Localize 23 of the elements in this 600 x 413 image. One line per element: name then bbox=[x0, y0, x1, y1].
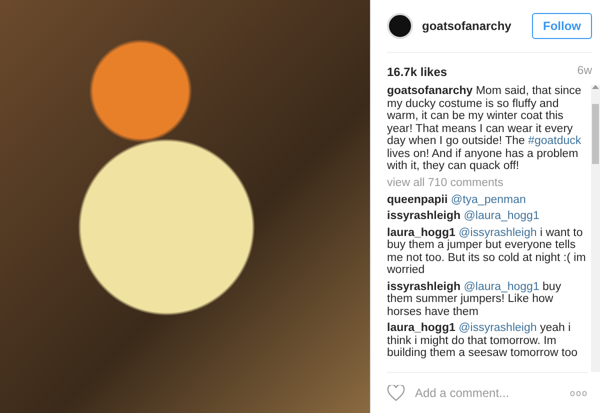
caption: goatsofanarchy Mom said, that since my ducky costume is so fluffy and warm, it can be my winter coat this year! That means I can wear it every day when I go outside! The #goatduck lives on! And if anyone has a problem with it, they can quack off! bbox=[387, 85, 582, 172]
scroll-up-arrow-icon[interactable] bbox=[592, 85, 599, 90]
comment: laura_hogg1 @issyrashleigh yeah i think i might do that tomorrow. Im building them a seesaw tomorrow too bbox=[387, 322, 578, 360]
view-all-comments-link[interactable]: view all 710 comments bbox=[387, 176, 587, 188]
hashtag-link[interactable]: #goatduck bbox=[528, 135, 582, 147]
likes-count: 16.7k likes bbox=[387, 65, 448, 79]
comment: laura_hogg1 @issyrashleigh i want to buy them a jumper but everyone tells me not too. But its so cold at night :( im worried bbox=[387, 226, 587, 276]
avatar-logo-icon[interactable] bbox=[387, 13, 413, 39]
post-age: 6w bbox=[577, 65, 592, 79]
scrollbar-track[interactable] bbox=[591, 85, 600, 372]
mention-link[interactable]: @issyrashleigh bbox=[458, 322, 537, 334]
comment: queenpapii @tya_penman bbox=[387, 194, 527, 206]
follow-button[interactable]: Follow bbox=[532, 13, 592, 39]
scrollbar-thumb[interactable] bbox=[592, 104, 599, 164]
comment: issyrashleigh @laura_hogg1 buy them summer jumpers! Like how horses have them bbox=[387, 280, 562, 318]
more-options-button[interactable]: ooo bbox=[570, 388, 588, 398]
heart-icon[interactable] bbox=[387, 385, 405, 401]
mention-link[interactable]: @laura_hogg1 bbox=[464, 280, 540, 292]
mention-link[interactable]: @issyrashleigh bbox=[458, 226, 537, 238]
username[interactable]: goatsofanarchy bbox=[422, 19, 523, 33]
mention-link[interactable]: @laura_hogg1 bbox=[464, 210, 540, 222]
mention-link[interactable]: @tya_penman bbox=[450, 194, 526, 206]
comment: issyrashleigh @laura_hogg1 bbox=[387, 210, 540, 222]
